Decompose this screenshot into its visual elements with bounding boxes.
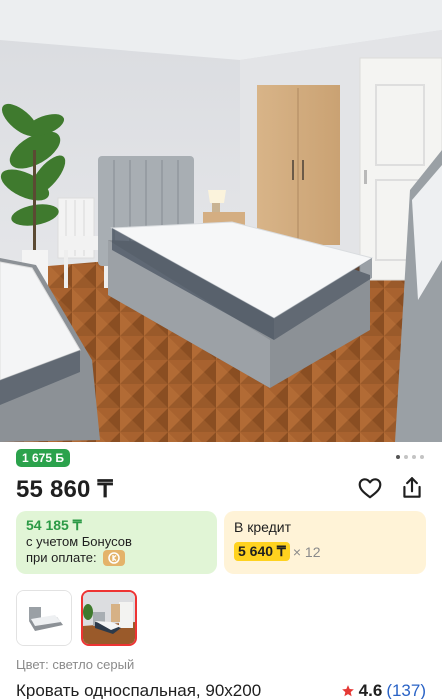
share-button[interactable]	[399, 475, 425, 501]
pagination-dot-active	[396, 455, 400, 459]
thumbnail-bed-product[interactable]	[16, 590, 72, 646]
bonus-caption-line2: при оплате:	[26, 550, 97, 565]
rating-value: 4.6	[358, 681, 383, 699]
gallery-pagination	[396, 455, 424, 459]
product-photo[interactable]	[0, 0, 442, 442]
rating-count[interactable]: (137)	[386, 681, 426, 699]
product-price: 55 860 ₸	[16, 476, 113, 503]
product-title: Кровать односпальная, 90x200	[16, 681, 262, 699]
color-label: Цвет: светло серый	[16, 657, 135, 672]
rating[interactable]: 4.6 (137)	[341, 681, 426, 699]
bonus-price-card[interactable]: 54 185 ₸ с учетом Бонусов при оплате:	[16, 511, 217, 574]
credit-label: В кредит	[234, 519, 292, 535]
credit-months: × 12	[292, 543, 321, 560]
star-icon	[341, 685, 354, 697]
thumbnail-bed-room[interactable]	[81, 590, 137, 646]
pagination-dot	[412, 455, 416, 459]
credit-monthly-amount: 5 640 ₸	[234, 542, 290, 561]
share-icon	[403, 477, 421, 498]
bonus-price: 54 185 ₸	[26, 517, 82, 533]
bonus-caption-line1: с учетом Бонусов	[26, 534, 132, 549]
pagination-dot	[420, 455, 424, 459]
bonus-points-badge: 1 675 Б	[16, 449, 70, 467]
credit-card[interactable]: В кредит 5 640 ₸ × 12	[224, 511, 426, 574]
heart-icon	[358, 478, 382, 499]
pagination-dot	[404, 455, 408, 459]
favorite-button[interactable]	[357, 475, 383, 501]
kaspi-coin-icon	[102, 550, 125, 566]
